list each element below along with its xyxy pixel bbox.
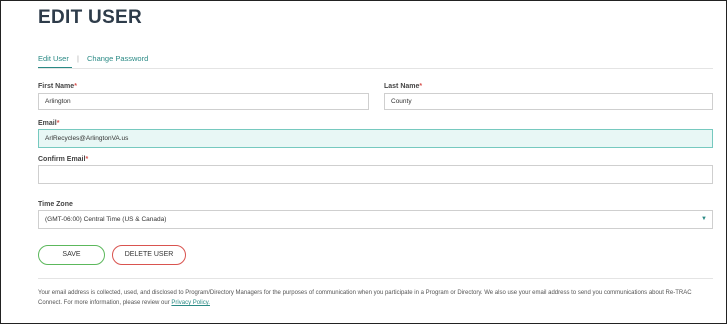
last-name-label: Last Name* xyxy=(384,83,423,90)
page-title: EDIT USER xyxy=(38,7,143,28)
required-marker: * xyxy=(74,83,77,90)
confirm-email-field[interactable] xyxy=(38,165,713,184)
privacy-policy-link[interactable]: Privacy Policy. xyxy=(171,300,210,306)
privacy-notice: Your email address is collected, used, a… xyxy=(38,290,692,306)
tab-change-password[interactable]: Change Password xyxy=(87,54,148,63)
delete-user-button[interactable]: DELETE USER xyxy=(112,245,186,265)
required-marker: * xyxy=(419,83,423,90)
email-label: Email* xyxy=(38,120,60,127)
confirm-email-label: Confirm Email* xyxy=(38,156,89,163)
email-field[interactable] xyxy=(38,129,713,148)
footer-divider xyxy=(38,278,713,279)
tab-separator: | xyxy=(76,54,79,63)
time-zone-selected-value[interactable]: (GMT-06:00) Central Time (US & Canada) xyxy=(38,210,713,229)
chevron-down-icon[interactable]: ▼ xyxy=(701,216,707,222)
first-name-field[interactable] xyxy=(38,93,369,110)
tabs-divider xyxy=(38,68,713,69)
first-name-label: First Name* xyxy=(38,83,77,90)
edit-user-panel: EDIT USER Edit User | Change Password Fi… xyxy=(0,0,727,324)
save-button[interactable]: SAVE xyxy=(38,245,105,265)
time-zone-select[interactable]: (GMT-06:00) Central Time (US & Canada) ▼ xyxy=(38,210,713,229)
time-zone-label: Time Zone xyxy=(38,201,73,208)
required-marker: * xyxy=(56,120,60,127)
tab-bar: Edit User | Change Password xyxy=(38,54,148,63)
tab-edit-user[interactable]: Edit User xyxy=(38,54,69,63)
last-name-field[interactable] xyxy=(384,93,713,110)
required-marker: * xyxy=(85,156,89,163)
